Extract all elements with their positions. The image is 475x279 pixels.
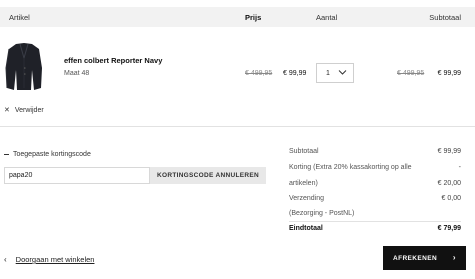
summary-total-value: € 79,99 — [437, 225, 461, 232]
product-size: Maat 48 — [64, 70, 90, 77]
quantity-select[interactable]: 1 — [316, 63, 354, 83]
summary-discount-label-cont: artikelen) — [289, 180, 318, 187]
product-image[interactable] — [4, 40, 44, 92]
header-prijs: Prijs — [245, 13, 262, 22]
summary-discount-dash: - — [458, 164, 461, 171]
subtotal-current: € 99,99 — [437, 70, 461, 77]
chevron-left-icon: ‹ — [4, 255, 7, 264]
applied-coupon-label: Toegepaste kortingscode — [13, 151, 91, 158]
summary-discount-value: € 20,00 — [437, 180, 461, 187]
quantity-value: 1 — [326, 70, 330, 77]
summary-total-label: Eindtotaal — [289, 225, 323, 232]
summary-divider — [289, 221, 461, 222]
chevron-right-icon: › — [452, 253, 456, 262]
price-current: € 99,99 — [283, 70, 307, 77]
summary-shipping-value: € 0,00 — [441, 195, 461, 202]
checkout-label: AFREKENEN — [393, 254, 438, 262]
coupon-code-input[interactable] — [4, 167, 150, 184]
price-original: € 499,95 — [245, 70, 273, 77]
continue-shopping-label: Doorgaan met winkelen — [15, 255, 95, 264]
summary-subtotal-label: Subtotaal — [289, 148, 319, 155]
product-name[interactable]: effen colbert Reporter Navy — [64, 56, 162, 65]
header-subtotaal: Subtotaal — [429, 13, 461, 22]
remove-label: Verwijder — [14, 106, 44, 114]
navy-blazer-icon — [5, 43, 42, 90]
section-divider — [0, 126, 475, 127]
continue-shopping-link[interactable]: ‹ Doorgaan met winkelen — [4, 255, 94, 264]
close-icon: ✕ — [4, 107, 10, 114]
cart-table-header — [0, 7, 475, 27]
header-aantal: Aantal — [316, 13, 338, 22]
header-artikel: Artikel — [9, 13, 30, 22]
applied-coupon-toggle[interactable]: Toegepaste kortingscode — [4, 151, 91, 158]
summary-subtotal-value: € 99,99 — [437, 148, 461, 155]
summary-shipping-note: (Bezorging - PostNL) — [289, 210, 355, 217]
remove-item-button[interactable]: ✕ Verwijder — [4, 106, 44, 115]
summary-shipping-label: Verzending — [289, 195, 325, 202]
subtotal-original: € 499,95 — [397, 70, 425, 77]
summary-discount-label: Korting (Extra 20% kassakorting op alle — [289, 164, 412, 171]
chevron-down-icon — [338, 70, 347, 75]
checkout-button[interactable]: AFREKENEN › — [383, 246, 466, 270]
cancel-coupon-button[interactable]: KORTINGSCODE ANNULEREN — [150, 167, 266, 184]
minus-icon — [4, 154, 9, 155]
